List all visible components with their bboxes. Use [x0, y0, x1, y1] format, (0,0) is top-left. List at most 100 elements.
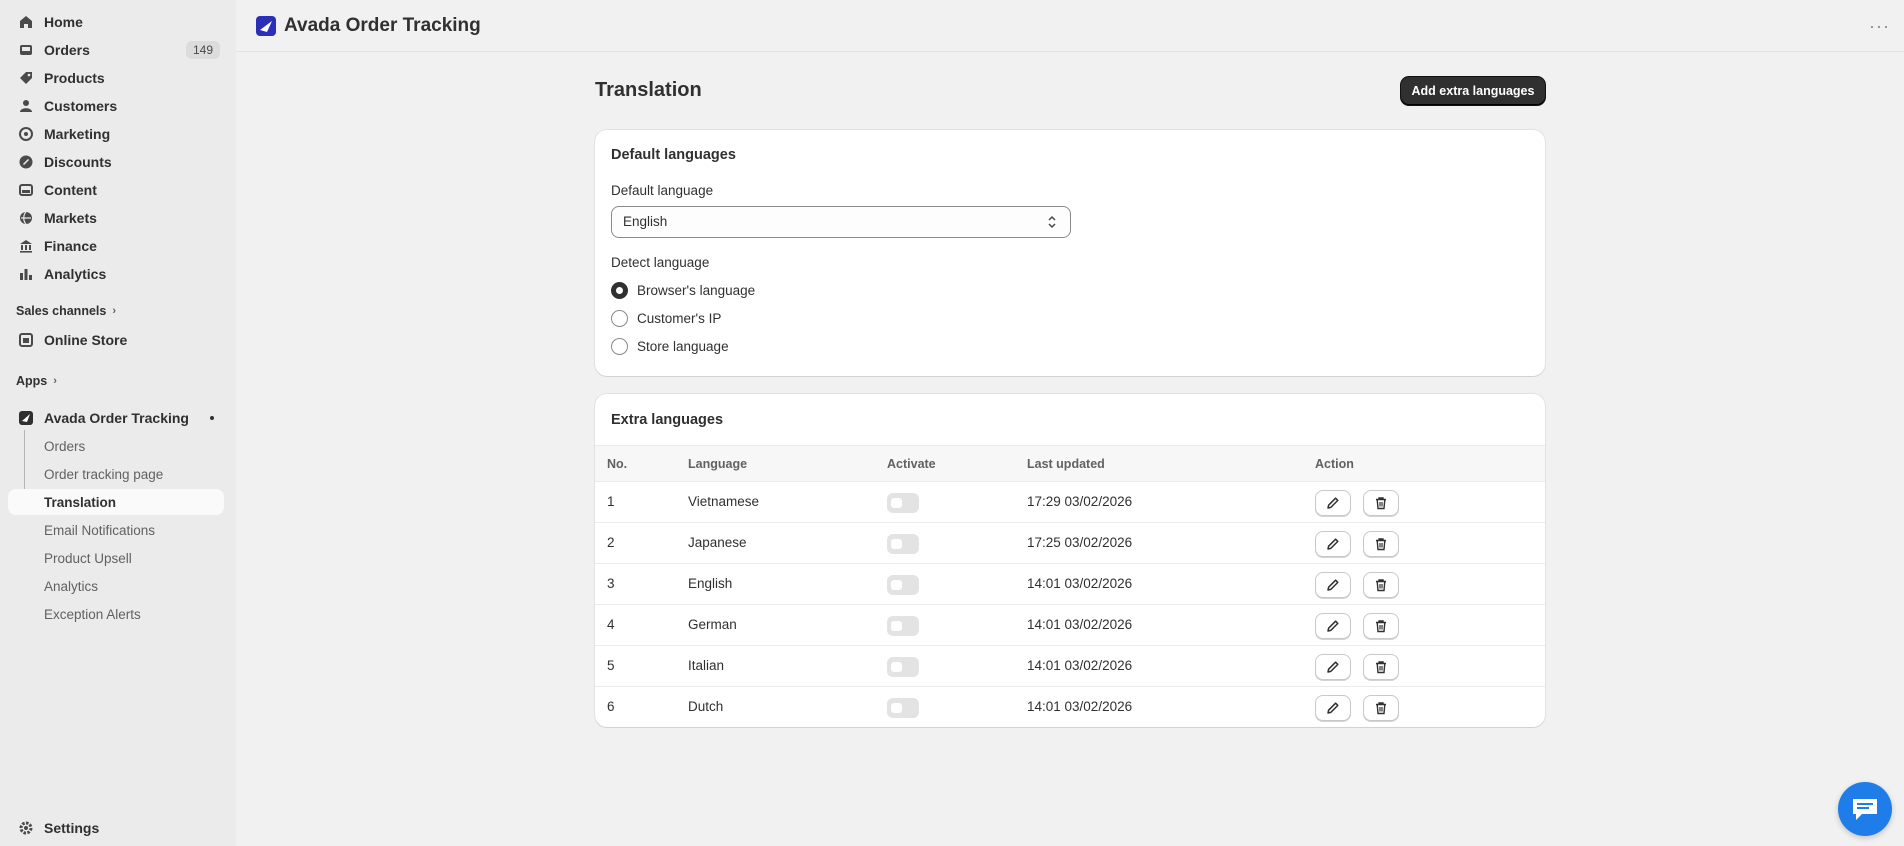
nav-item-orders[interactable]: Orders 149 [8, 37, 224, 63]
apps-header[interactable]: Apps › [16, 374, 57, 388]
app-sub-item-analytics[interactable]: Analytics [8, 573, 224, 599]
radio-button[interactable] [611, 309, 628, 327]
radio-button[interactable] [611, 281, 628, 299]
detect-option-customer-ip[interactable]: Customer's IP [611, 308, 721, 328]
activate-toggle[interactable] [887, 657, 919, 677]
nav-item-finance[interactable]: Finance [8, 233, 224, 259]
tag-icon [19, 71, 33, 85]
nav-item-products[interactable]: Products [8, 65, 224, 91]
pencil-icon [1327, 620, 1339, 632]
radio-button[interactable] [611, 337, 628, 355]
activate-toggle[interactable] [887, 534, 919, 554]
radio-label: Customer's IP [637, 310, 722, 326]
store-icon [19, 333, 33, 347]
pencil-icon [1327, 538, 1339, 550]
sub-item-label: Analytics [44, 578, 99, 594]
table-row: 6 Dutch 14:01 03/02/2026 [595, 687, 1545, 727]
cell-last-updated: 14:01 03/02/2026 [1027, 658, 1133, 673]
delete-button[interactable] [1363, 531, 1399, 557]
nav-item-customers[interactable]: Customers [8, 93, 224, 119]
nav-item-avada-app[interactable]: Avada Order Tracking [8, 405, 224, 431]
nav-item-online-store[interactable]: Online Store [8, 327, 224, 353]
app-sub-item-product-upsell[interactable]: Product Upsell [8, 545, 224, 571]
sales-channels-header[interactable]: Sales channels › [16, 304, 116, 318]
sidebar: Home Orders 149 Products Customers Marke… [0, 0, 236, 846]
delete-button[interactable] [1363, 572, 1399, 598]
detect-language-label: Detect language [611, 255, 710, 270]
cell-last-updated: 17:25 03/02/2026 [1027, 535, 1133, 550]
cell-language: English [688, 576, 733, 591]
edit-button[interactable] [1315, 490, 1351, 516]
nav-label: Online Store [44, 332, 128, 348]
bank-icon [19, 239, 33, 253]
default-language-value: English [623, 214, 668, 229]
nav-item-content[interactable]: Content [8, 177, 224, 203]
person-icon [19, 99, 33, 113]
edit-button[interactable] [1315, 654, 1351, 680]
nav-item-discounts[interactable]: Discounts [8, 149, 224, 175]
detect-option-browser[interactable]: Browser's language [611, 280, 755, 300]
app-sub-item-translation[interactable]: Translation [8, 489, 224, 515]
nav-label: Avada Order Tracking [44, 410, 189, 426]
gear-icon [19, 821, 33, 835]
table-row: 4 German 14:01 03/02/2026 [595, 605, 1545, 646]
pencil-icon [1327, 579, 1339, 591]
delete-button[interactable] [1363, 654, 1399, 680]
activate-toggle[interactable] [887, 493, 919, 513]
nav-label: Customers [44, 98, 118, 114]
trash-icon [1376, 579, 1386, 592]
delete-button[interactable] [1363, 490, 1399, 516]
nav-item-home[interactable]: Home [8, 9, 224, 35]
extra-languages-card: Extra languages No. Language Activate La… [595, 394, 1545, 727]
trash-icon [1376, 538, 1386, 551]
nav-label: Content [44, 182, 97, 198]
sub-item-label: Orders [44, 438, 86, 454]
activate-toggle[interactable] [887, 698, 919, 718]
detect-option-store-language[interactable]: Store language [611, 336, 729, 356]
table-header: No. Language Activate Last updated Actio… [595, 445, 1545, 482]
toggle-knob [891, 580, 902, 590]
trash-icon [1376, 661, 1386, 674]
app-topbar: Avada Order Tracking ··· [236, 0, 1904, 52]
target-icon [19, 127, 33, 141]
more-actions-button[interactable]: ··· [1869, 16, 1890, 37]
add-extra-languages-button[interactable]: Add extra languages [1401, 77, 1545, 105]
default-language-label: Default language [611, 183, 714, 198]
home-icon [19, 15, 33, 29]
cell-language: Vietnamese [688, 494, 760, 509]
sub-item-label: Translation [44, 494, 117, 510]
nav-item-markets[interactable]: Markets [8, 205, 224, 231]
chat-support-button[interactable] [1838, 782, 1892, 836]
sub-item-label: Order tracking page [44, 466, 164, 482]
edit-button[interactable] [1315, 613, 1351, 639]
column-header-action: Action [1315, 457, 1354, 471]
nav-item-settings[interactable]: Settings [8, 815, 224, 841]
app-sub-item-exception-alerts[interactable]: Exception Alerts [8, 601, 224, 627]
app-sub-item-order-tracking-page[interactable]: Order tracking page [8, 461, 224, 487]
cell-no: 1 [607, 494, 615, 509]
nav-label: Markets [44, 210, 97, 226]
cell-last-updated: 14:01 03/02/2026 [1027, 699, 1133, 714]
chevron-right-icon: › [53, 375, 57, 387]
radio-label: Store language [637, 338, 729, 354]
cell-last-updated: 17:29 03/02/2026 [1027, 494, 1133, 509]
delete-button[interactable] [1363, 613, 1399, 639]
nav-label: Finance [44, 238, 97, 254]
edit-button[interactable] [1315, 695, 1351, 721]
activate-toggle[interactable] [887, 575, 919, 595]
default-language-select[interactable]: English [611, 206, 1071, 238]
app-sub-item-email-notifications[interactable]: Email Notifications [8, 517, 224, 543]
cell-language: Dutch [688, 699, 724, 714]
cell-last-updated: 14:01 03/02/2026 [1027, 617, 1133, 632]
app-sub-item-orders[interactable]: Orders [8, 433, 224, 459]
nav-item-marketing[interactable]: Marketing [8, 121, 224, 147]
edit-button[interactable] [1315, 572, 1351, 598]
edit-button[interactable] [1315, 531, 1351, 557]
column-header-last-updated: Last updated [1027, 457, 1105, 471]
nav-item-analytics[interactable]: Analytics [8, 261, 224, 287]
activate-toggle[interactable] [887, 616, 919, 636]
delete-button[interactable] [1363, 695, 1399, 721]
sub-item-label: Email Notifications [44, 522, 156, 538]
pencil-icon [1327, 661, 1339, 673]
cell-language: German [688, 617, 737, 632]
